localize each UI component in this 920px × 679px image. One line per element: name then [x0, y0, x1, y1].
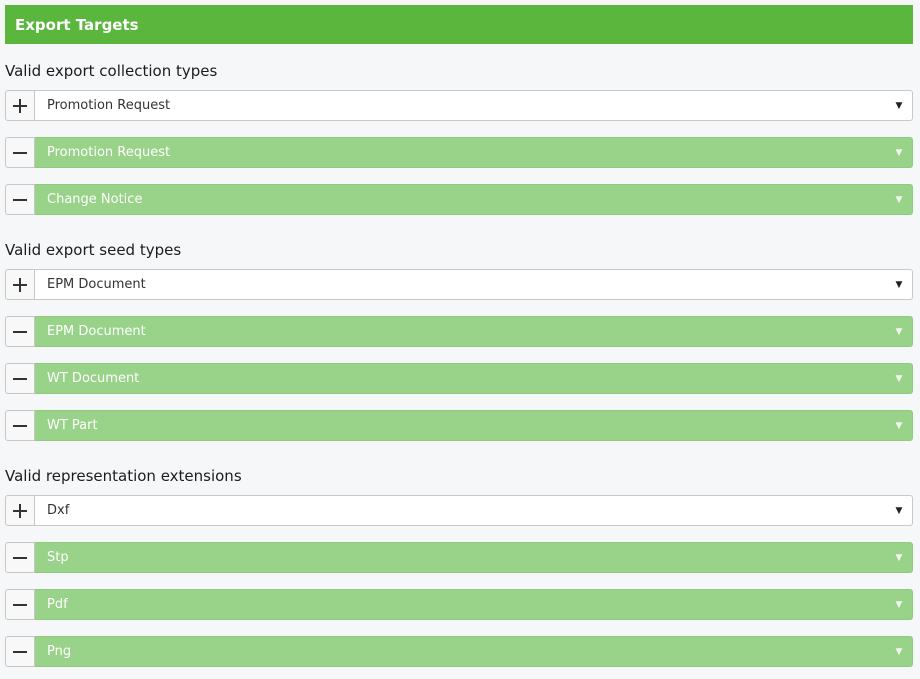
caret-down-icon: ▼ [895, 147, 903, 158]
minus-icon [13, 556, 27, 559]
minus-icon [13, 151, 27, 154]
collection-type-entry-select[interactable]: Change Notice ▼ [35, 184, 913, 215]
extension-entry-row: Png ▼ [5, 636, 913, 667]
section-title-collection-types: Valid export collection types [5, 62, 218, 80]
caret-down-icon: ▼ [895, 279, 903, 290]
extension-add-row: Dxf ▼ [5, 495, 913, 526]
minus-icon [13, 330, 27, 333]
extension-entry-row: Pdf ▼ [5, 589, 913, 620]
collection-type-add-row: Promotion Request ▼ [5, 90, 913, 121]
seed-type-add-row: EPM Document ▼ [5, 269, 913, 300]
minus-icon [13, 603, 27, 606]
extension-entry-value: Png [47, 644, 72, 659]
extension-entry-select[interactable]: Stp ▼ [35, 542, 913, 573]
panel-title: Export Targets [15, 15, 139, 34]
plus-icon [13, 503, 27, 518]
section-title-representation-extensions: Valid representation extensions [5, 467, 242, 485]
remove-seed-type-button[interactable] [5, 410, 35, 441]
seed-type-entry-value: EPM Document [47, 324, 146, 339]
extension-entry-value: Pdf [47, 597, 68, 612]
plus-icon [13, 98, 27, 113]
seed-type-entry-select[interactable]: WT Document ▼ [35, 363, 913, 394]
collection-type-entry-value: Promotion Request [47, 145, 171, 160]
extension-select[interactable]: Dxf ▼ [35, 495, 913, 526]
remove-extension-button[interactable] [5, 589, 35, 620]
collection-type-entry-select[interactable]: Promotion Request ▼ [35, 137, 913, 168]
minus-icon [13, 650, 27, 653]
extension-select-value: Dxf [47, 503, 70, 518]
caret-down-icon: ▼ [895, 505, 903, 516]
caret-down-icon: ▼ [895, 326, 903, 337]
seed-type-entry-select[interactable]: WT Part ▼ [35, 410, 913, 441]
collection-type-select[interactable]: Promotion Request ▼ [35, 90, 913, 121]
collection-type-entry-value: Change Notice [47, 192, 143, 207]
seed-type-select[interactable]: EPM Document ▼ [35, 269, 913, 300]
seed-type-entry-value: WT Part [47, 418, 98, 433]
extension-entry-row: Stp ▼ [5, 542, 913, 573]
seed-type-entry-row: WT Document ▼ [5, 363, 913, 394]
plus-icon [13, 277, 27, 292]
minus-icon [13, 424, 27, 427]
extension-entry-select[interactable]: Png ▼ [35, 636, 913, 667]
seed-type-entry-row: WT Part ▼ [5, 410, 913, 441]
seed-type-entry-row: EPM Document ▼ [5, 316, 913, 347]
remove-extension-button[interactable] [5, 542, 35, 573]
add-seed-type-button[interactable] [5, 269, 35, 300]
caret-down-icon: ▼ [895, 599, 903, 610]
seed-type-entry-select[interactable]: EPM Document ▼ [35, 316, 913, 347]
section-title-seed-types: Valid export seed types [5, 241, 182, 259]
remove-collection-type-button[interactable] [5, 137, 35, 168]
panel-header: Export Targets [5, 5, 913, 44]
seed-type-select-value: EPM Document [47, 277, 146, 292]
caret-down-icon: ▼ [895, 194, 903, 205]
add-collection-type-button[interactable] [5, 90, 35, 121]
add-extension-button[interactable] [5, 495, 35, 526]
caret-down-icon: ▼ [895, 373, 903, 384]
collection-type-entry-row: Promotion Request ▼ [5, 137, 913, 168]
remove-seed-type-button[interactable] [5, 316, 35, 347]
caret-down-icon: ▼ [895, 646, 903, 657]
remove-collection-type-button[interactable] [5, 184, 35, 215]
caret-down-icon: ▼ [895, 552, 903, 563]
minus-icon [13, 377, 27, 380]
remove-extension-button[interactable] [5, 636, 35, 667]
collection-type-select-value: Promotion Request [47, 98, 171, 113]
extension-entry-select[interactable]: Pdf ▼ [35, 589, 913, 620]
minus-icon [13, 198, 27, 201]
caret-down-icon: ▼ [895, 100, 903, 111]
remove-seed-type-button[interactable] [5, 363, 35, 394]
extension-entry-value: Stp [47, 550, 69, 565]
caret-down-icon: ▼ [895, 420, 903, 431]
collection-type-entry-row: Change Notice ▼ [5, 184, 913, 215]
seed-type-entry-value: WT Document [47, 371, 140, 386]
